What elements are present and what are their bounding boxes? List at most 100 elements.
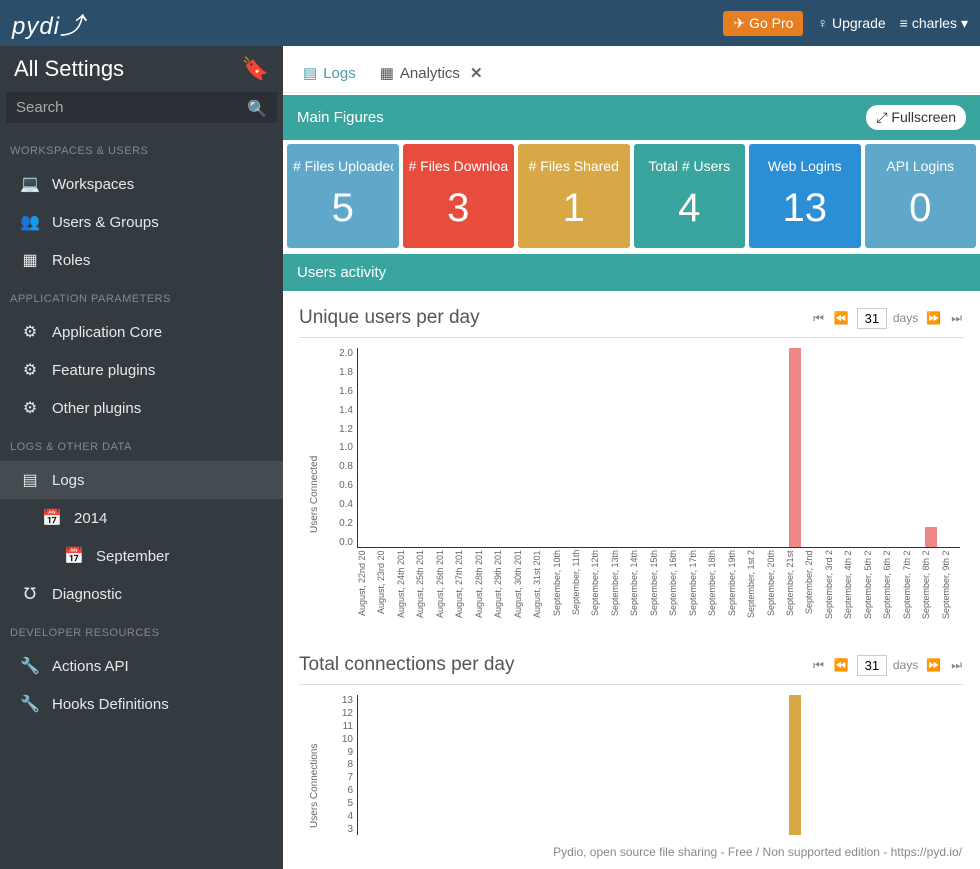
sidebar-item-hooks[interactable]: 🔧 Hooks Definitions bbox=[0, 685, 283, 723]
sidebar-item-workspaces[interactable]: 💻 Workspaces bbox=[0, 165, 283, 203]
metric-card[interactable]: API Logins0 bbox=[865, 144, 977, 248]
fullscreen-button[interactable]: ⤢ Fullscreen bbox=[866, 105, 966, 130]
card-title: # Files Shared bbox=[524, 152, 624, 184]
chart-pager: ⏮ ⏪ days ⏩ ⏭ bbox=[811, 655, 964, 676]
card-title: Web Logins bbox=[755, 152, 855, 184]
users-icon: 👥 bbox=[20, 212, 40, 232]
chart-unique-users: Unique users per day ⏮ ⏪ days ⏩ ⏭ Users … bbox=[283, 291, 980, 638]
sidebar-item-feature-plugins[interactable]: ⚙ Feature plugins bbox=[0, 351, 283, 389]
metric-card[interactable]: Web Logins13 bbox=[749, 144, 861, 248]
y-ticks: 2.01.81.61.41.21.00.80.60.40.20.0 bbox=[331, 348, 353, 548]
user-menu[interactable]: ≡ charles ▾ bbox=[900, 15, 968, 32]
tab-logs[interactable]: ▤ Logs bbox=[299, 58, 360, 92]
wrench-icon: 🔧 bbox=[20, 694, 40, 714]
stethoscope-icon: ℧ bbox=[20, 584, 40, 604]
card-value: 1 bbox=[524, 184, 624, 232]
search-input[interactable] bbox=[6, 92, 277, 123]
book-icon: ▤ bbox=[303, 64, 317, 82]
chart-total-connections: Total connections per day ⏮ ⏪ days ⏩ ⏭ U… bbox=[283, 638, 980, 835]
go-pro-button[interactable]: ✈ Go Pro bbox=[723, 11, 803, 36]
sidebar-item-users-groups[interactable]: 👥 Users & Groups bbox=[0, 203, 283, 241]
expand-icon: ⤢ bbox=[876, 109, 887, 125]
metric-card[interactable]: # Files Uploaded5 bbox=[287, 144, 399, 248]
nav-next-icon[interactable]: ⏩ bbox=[924, 311, 943, 325]
gear-icon: ⚙ bbox=[20, 398, 40, 418]
sidebar-item-logs[interactable]: ▤ Logs bbox=[0, 461, 283, 499]
caret-down-icon: ▾ bbox=[961, 15, 968, 32]
bulb-icon: ♀ bbox=[817, 15, 828, 31]
plot-area bbox=[357, 348, 960, 548]
chart-pager: ⏮ ⏪ days ⏩ ⏭ bbox=[811, 308, 964, 329]
section-dev-resources: DEVELOPER RESOURCES bbox=[0, 613, 283, 647]
y-axis-label: Users Connected bbox=[309, 456, 320, 533]
gear-icon: ⚙ bbox=[20, 360, 40, 380]
tab-analytics[interactable]: ▦ Analytics ✕ bbox=[376, 58, 487, 92]
upgrade-link[interactable]: ♀ Upgrade bbox=[817, 15, 885, 31]
sidebar-item-other-plugins[interactable]: ⚙ Other plugins bbox=[0, 389, 283, 427]
section-app-params: APPLICATION PARAMETERS bbox=[0, 279, 283, 313]
calendar-icon: 📅 bbox=[42, 508, 62, 528]
section-users-activity: Users activity bbox=[283, 254, 980, 291]
nav-prev-icon[interactable]: ⏪ bbox=[832, 311, 851, 325]
y-ticks: 131211109876543 bbox=[331, 695, 353, 835]
sidebar-item-diagnostic[interactable]: ℧ Diagnostic bbox=[0, 575, 283, 613]
card-value: 0 bbox=[871, 184, 971, 232]
metric-cards: # Files Uploaded5# Files Downloa3# Files… bbox=[283, 140, 980, 252]
card-value: 3 bbox=[409, 184, 509, 232]
sidebar-item-app-core[interactable]: ⚙ Application Core bbox=[0, 313, 283, 351]
search-wrap: 🔍 bbox=[0, 92, 283, 131]
card-title: # Files Downloa bbox=[409, 152, 509, 184]
section-logs: LOGS & OTHER DATA bbox=[0, 427, 283, 461]
section-workspaces-users: WORKSPACES & USERS bbox=[0, 131, 283, 165]
days-label: days bbox=[893, 311, 918, 325]
close-icon[interactable]: ✕ bbox=[470, 64, 483, 82]
card-value: 5 bbox=[293, 184, 393, 232]
card-title: # Files Uploaded bbox=[293, 152, 393, 184]
card-value: 13 bbox=[755, 184, 855, 232]
days-input[interactable] bbox=[857, 308, 887, 329]
book-icon: ▤ bbox=[20, 470, 40, 490]
topbar-right: ✈ Go Pro ♀ Upgrade ≡ charles ▾ bbox=[723, 11, 968, 36]
metric-card[interactable]: Total # Users4 bbox=[634, 144, 746, 248]
tab-bar: ▤ Logs ▦ Analytics ✕ bbox=[283, 46, 980, 93]
grid-icon: ▦ bbox=[20, 250, 40, 270]
days-input[interactable] bbox=[857, 655, 887, 676]
nav-first-icon[interactable]: ⏮ bbox=[811, 658, 826, 673]
y-axis-label: Users Connections bbox=[309, 743, 320, 827]
nav-first-icon[interactable]: ⏮ bbox=[811, 311, 826, 326]
chart-icon: ▦ bbox=[380, 64, 394, 82]
days-label: days bbox=[893, 658, 918, 672]
sidebar-item-2014[interactable]: 📅 2014 bbox=[0, 499, 283, 537]
menu-icon: ≡ bbox=[900, 15, 908, 31]
x-labels: August, 22nd 20August, 23rd 20August, 24… bbox=[357, 550, 960, 638]
sidebar-item-september[interactable]: 📅 September bbox=[0, 537, 283, 575]
card-title: Total # Users bbox=[640, 152, 740, 184]
sidebar: All Settings 🔖 🔍 WORKSPACES & USERS 💻 Wo… bbox=[0, 46, 283, 869]
section-main-figures: Main Figures ⤢ Fullscreen bbox=[283, 95, 980, 140]
calendar-icon: 📅 bbox=[64, 546, 84, 566]
plot-area bbox=[357, 695, 960, 835]
sidebar-item-actions-api[interactable]: 🔧 Actions API bbox=[0, 647, 283, 685]
search-icon: 🔍 bbox=[247, 99, 267, 119]
chart-title: Unique users per day bbox=[299, 307, 480, 329]
nav-last-icon[interactable]: ⏭ bbox=[949, 658, 964, 673]
chart-canvas: Users Connected 2.01.81.61.41.21.00.80.6… bbox=[299, 338, 964, 638]
nav-prev-icon[interactable]: ⏪ bbox=[832, 658, 851, 672]
wrench-icon: 🔧 bbox=[20, 656, 40, 676]
laptop-icon: 💻 bbox=[20, 174, 40, 194]
chart-title: Total connections per day bbox=[299, 654, 514, 676]
nav-next-icon[interactable]: ⏩ bbox=[924, 658, 943, 672]
bookmark-icon[interactable]: 🔖 bbox=[242, 56, 269, 82]
chart-canvas: Users Connections 131211109876543 bbox=[299, 685, 964, 835]
card-value: 4 bbox=[640, 184, 740, 232]
nav-last-icon[interactable]: ⏭ bbox=[949, 311, 964, 326]
sidebar-item-roles[interactable]: ▦ Roles bbox=[0, 241, 283, 279]
sidebar-title: All Settings 🔖 bbox=[0, 46, 283, 92]
content: ▤ Logs ▦ Analytics ✕ Main Figures ⤢ Full… bbox=[283, 46, 980, 869]
gear-icon: ⚙ bbox=[20, 322, 40, 342]
metric-card[interactable]: # Files Downloa3 bbox=[403, 144, 515, 248]
topbar: pydi⤴ ✈ Go Pro ♀ Upgrade ≡ charles ▾ bbox=[0, 0, 980, 46]
footer-note: Pydio, open source file sharing - Free /… bbox=[549, 843, 966, 861]
logo[interactable]: pydi⤴ bbox=[12, 6, 85, 41]
metric-card[interactable]: # Files Shared1 bbox=[518, 144, 630, 248]
